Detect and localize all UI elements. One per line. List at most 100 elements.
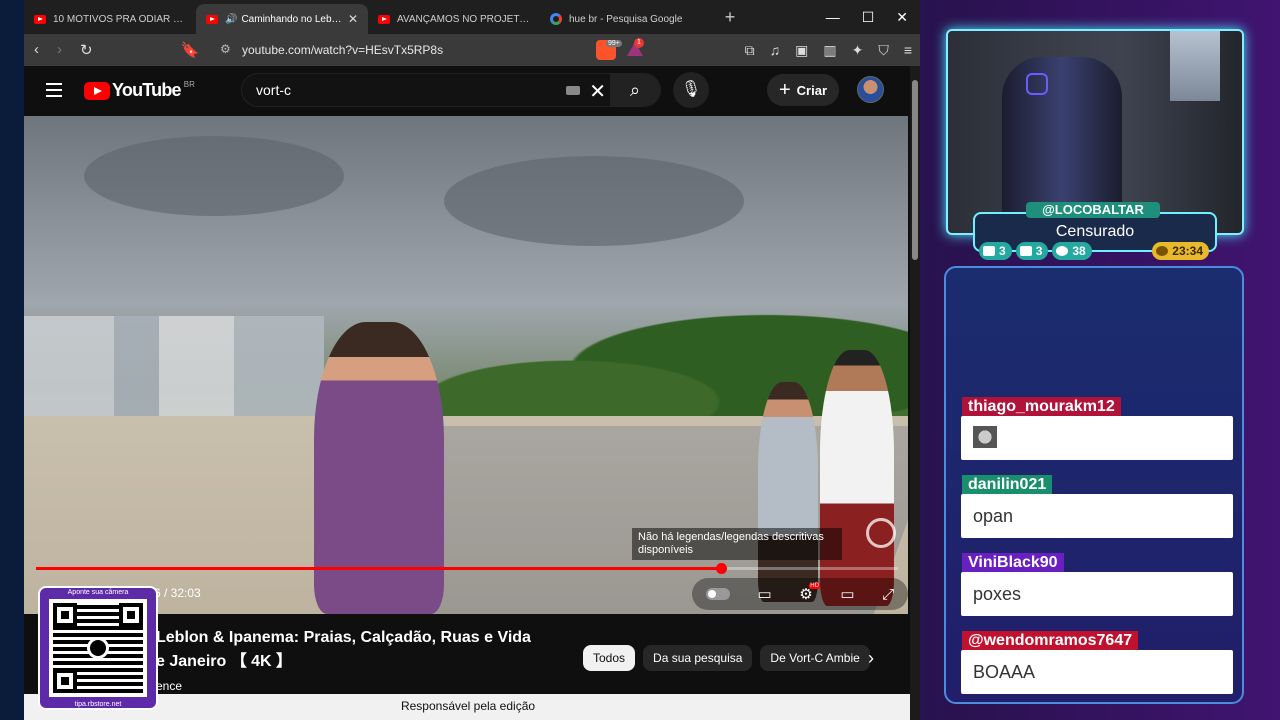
kick-icon [1056,246,1069,256]
youtube-viewers: 3 [1015,242,1049,260]
rewards-badge: 1 [634,38,644,48]
youtube-count: 3 [1035,244,1043,258]
progress-fill [36,567,722,570]
stream-timer: 23:34 [1152,242,1209,260]
chat-username: ViniBlack90 [962,553,1064,573]
related-filter-chips: Todos Da sua pesquisa De Vort-C Ambie [583,645,870,671]
search-value: vort-c [256,82,291,98]
person-woman [314,322,444,614]
page-scrollbar[interactable] [910,66,920,720]
scrollbar-thumb[interactable] [912,80,918,260]
youtube-icon [1019,246,1032,256]
window-controls: — ☐ ✕ [826,9,920,26]
back-icon[interactable]: ‹ [34,41,39,59]
chip-from-search[interactable]: Da sua pesquisa [643,645,753,671]
status-text: Censurado [1055,223,1135,240]
hamburger-menu-icon[interactable] [46,83,62,97]
youtube-header: YouTube BR vort-c ✕ ⌕ 🎙 + Criar [24,66,912,114]
chat-username: thiago_mourakm12 [962,397,1121,417]
video-player[interactable]: Não há legendas/legendas descritivas dis… [24,116,908,614]
twitch-count: 3 [999,244,1006,258]
chat-message: BOAAA [961,650,1233,694]
speaker-icon[interactable]: 🔊 [225,14,237,25]
clock-icon [1156,246,1169,256]
youtube-play-icon [84,81,110,100]
create-button[interactable]: + Criar [767,74,839,106]
plus-icon: + [778,78,791,101]
window [1170,31,1220,101]
chevron-right-icon[interactable]: › [868,645,874,671]
qr-bottom-label: tipa.rbstore.net [74,701,122,708]
chip-all[interactable]: Todos [583,645,636,671]
cloud [444,156,744,246]
clear-search-icon[interactable]: ✕ [589,79,606,104]
menu-icon[interactable]: ≡ [904,42,912,59]
minimize-button[interactable]: — [826,9,840,26]
autoplay-toggle[interactable] [705,588,730,600]
tab-3[interactable]: AVANÇAMOS NO PROJETO DA RTX 50 [368,4,540,34]
emote-icon [973,426,997,448]
bookmark-icon[interactable]: 🔖 [181,41,200,59]
player-controls: ▭ ⚙ HD ▭ ⤢ [692,578,908,610]
reading-list-icon[interactable]: ▣ [795,42,808,59]
close-window-button[interactable]: ✕ [896,9,908,26]
timer-value: 23:34 [1172,244,1203,258]
brave-badge: 99+ [606,40,622,47]
voice-search-icon[interactable]: 🎙 [673,72,709,108]
chip-from-channel[interactable]: De Vort-C Ambie [760,645,870,671]
time-display: 6 / 32:03 [154,586,201,600]
reload-icon[interactable]: ↻ [80,41,93,59]
twitch-viewers: 3 [979,242,1012,260]
new-tab-button[interactable]: + [718,7,742,28]
media-icon[interactable]: ♫ [770,42,781,59]
search-button[interactable]: ⌕ [610,74,660,106]
tab-title: 10 MOTIVOS PRA ODIAR PESSOAS PO [53,13,186,25]
tab-1[interactable]: 10 MOTIVOS PRA ODIAR PESSOAS PO [24,4,196,34]
tab-title: hue br - Pesquisa Google [569,13,683,25]
site-info-icon[interactable]: ⚙ [220,42,231,56]
tab-strip: 10 MOTIVOS PRA ODIAR PESSOAS PO 🔊 Caminh… [24,0,920,34]
chat-message [961,416,1233,460]
theater-mode-icon[interactable]: ▭ [840,585,854,603]
tab-2[interactable]: 🔊 Caminhando no Leblon & Ip ✕ [196,4,368,34]
fullscreen-icon[interactable]: ⤢ [882,586,894,603]
browser-window: 10 MOTIVOS PRA ODIAR PESSOAS PO 🔊 Caminh… [24,0,920,720]
settings-icon[interactable]: ⚙ HD [799,583,820,603]
youtube-logo[interactable]: YouTube BR [84,80,195,101]
leo-ai-icon[interactable]: ✦ [852,42,864,59]
url-text: youtube.com/watch?v=HEsvTx5RP8s [242,43,444,57]
tab-title: AVANÇAMOS NO PROJETO DA RTX 50 [397,13,530,25]
create-label: Criar [796,82,828,98]
extensions-icon[interactable]: ⧉ [745,42,755,59]
maximize-button[interactable]: ☐ [862,9,875,26]
chat-message: opan [961,494,1233,538]
subtitles-icon[interactable]: ▭ [757,585,771,603]
search-input[interactable]: vort-c ✕ ⌕ [241,73,661,107]
chat-message: poxes [961,572,1233,616]
title-line-1: Leblon & Ipanema: Praias, Calçadão, Ruas… [156,629,531,646]
qr-finder [53,603,77,627]
tab-title: Caminhando no Leblon & Ip [241,13,342,25]
chair-logo-icon [1026,73,1048,95]
kick-viewers: 38 [1052,242,1092,260]
logo-text: YouTube [112,80,182,100]
cloud [84,136,344,216]
close-tab-icon[interactable]: ✕ [348,12,358,26]
country-code: BR [183,80,195,89]
microphone-icon [87,637,109,659]
forward-icon[interactable]: › [57,41,62,59]
avatar[interactable] [857,76,884,103]
qr-finder [119,603,143,627]
streamer-handle: @LOCOBALTAR [1026,202,1160,218]
toolbar-icons: ⧉ ♫ ▣ ▥ ✦ ⛉ ≡ [745,42,912,59]
vpn-icon[interactable]: ⛉ [878,42,889,59]
hd-badge: HD [809,583,820,589]
keyboard-icon[interactable] [566,86,580,95]
video-title: Leblon & Ipanema: Praias, Calçadão, Ruas… [156,626,576,698]
tab-4[interactable]: hue br - Pesquisa Google [540,4,712,34]
title-line-2: e Janeiro 【 4K 】 [156,653,293,670]
channel-watermark-icon[interactable] [866,518,896,548]
qr-finder [53,669,77,693]
sidebar-icon[interactable]: ▥ [823,42,836,59]
subtitle-notice: Não há legendas/legendas descritivas dis… [632,528,842,560]
